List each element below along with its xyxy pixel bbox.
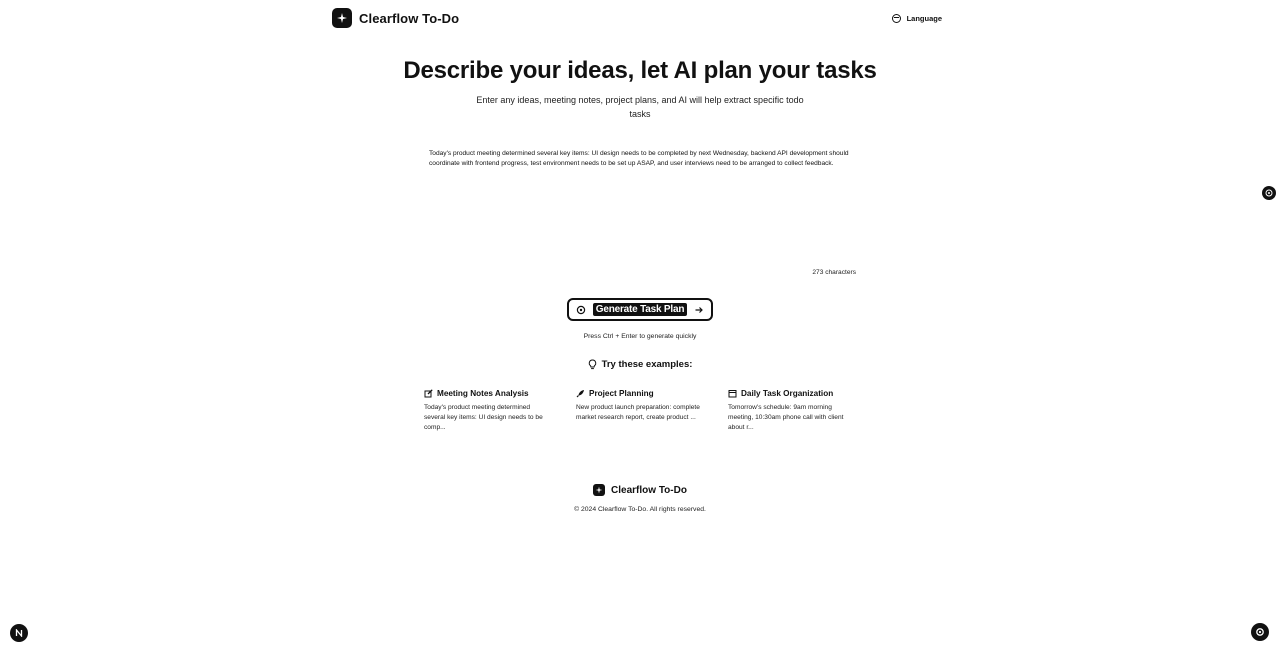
footer-brand: Clearflow To-Do [0, 484, 1280, 496]
language-label: Language [906, 13, 942, 23]
copyright-text: © 2024 Clearflow To-Do. All rights reser… [574, 506, 706, 513]
lightbulb-icon [588, 359, 596, 370]
memo-icon [424, 389, 433, 398]
brand-link[interactable]: Clearflow To-Do [332, 8, 459, 28]
idea-textarea[interactable]: Today's product meeting determined sever… [424, 143, 858, 263]
page-title: Describe your ideas, let AI plan your ta… [403, 57, 877, 84]
rocket-icon [576, 390, 584, 398]
top-header: Clearflow To-Do Language [332, 7, 944, 29]
example-card-project-planning[interactable]: Project Planning New product launch prep… [576, 389, 702, 423]
example-title: Project Planning [589, 389, 654, 398]
language-button[interactable]: Language [891, 13, 942, 23]
help-float-button[interactable] [1262, 186, 1276, 200]
n-logo-icon [15, 629, 23, 637]
example-title: Daily Task Organization [741, 389, 834, 398]
keyboard-hint: Press Ctrl + Enter to generate quickly [583, 333, 697, 340]
character-count: 273 characters [812, 269, 856, 276]
example-preview: Today's product meeting determined sever… [424, 404, 543, 431]
footer-brand-name: Clearflow To-Do [611, 484, 687, 496]
examples-title: Try these examples: [601, 359, 693, 370]
nextjs-devtools-button[interactable] [10, 624, 28, 642]
question-icon [1265, 189, 1273, 197]
example-title: Meeting Notes Analysis [437, 389, 529, 398]
idea-input-area: Today's product meeting determined sever… [424, 143, 858, 281]
settings-float-button[interactable] [1251, 623, 1269, 641]
footer-logo-icon [593, 484, 606, 496]
example-preview: Tomorrow's schedule: 9am morning meeting… [728, 404, 844, 431]
page-subtitle: Enter any ideas, meeting notes, project … [476, 95, 804, 119]
gear-icon [1256, 628, 1264, 636]
logo-sparkle-icon [332, 8, 352, 28]
globe-icon [891, 13, 901, 23]
sparkle-icon [576, 305, 585, 314]
brand-name: Clearflow To-Do [359, 10, 460, 26]
generate-task-plan-button[interactable]: Generate Task Plan [567, 298, 713, 321]
example-preview: New product launch preparation: complete… [576, 404, 700, 421]
example-card-meeting-notes[interactable]: Meeting Notes Analysis Today's product m… [424, 389, 550, 433]
examples-heading: Try these examples: [0, 359, 1280, 370]
calendar-icon [728, 390, 737, 398]
arrow-right-icon [695, 306, 704, 313]
example-card-daily-tasks[interactable]: Daily Task Organization Tomorrow's sched… [728, 389, 854, 433]
generate-label: Generate Task Plan [592, 303, 688, 316]
